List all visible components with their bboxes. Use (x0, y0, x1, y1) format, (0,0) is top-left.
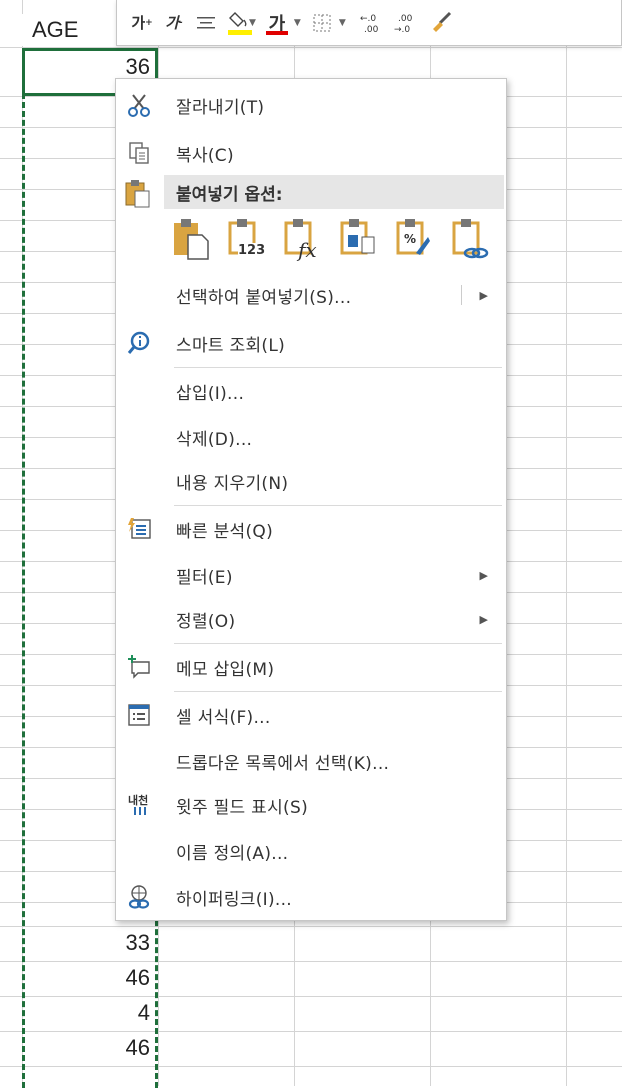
menu-item-label: 셀 서식(F)... (176, 707, 271, 728)
scissors-icon (124, 90, 154, 120)
borders-button[interactable] (311, 8, 333, 38)
paste-option-formulas[interactable]: fx (284, 217, 324, 262)
menu-item-format-cells[interactable]: 셀 서식(F)... (116, 693, 506, 737)
paste-clipboard-icon (124, 179, 154, 209)
decrease-decimal-button[interactable]: .00 →.0 (392, 8, 418, 38)
menu-item-label: 내용 지우기(N) (176, 473, 289, 494)
format-cells-icon (124, 700, 154, 730)
paste-option-values[interactable]: 123 (228, 217, 268, 261)
smart-lookup-icon (124, 328, 154, 358)
svg-text:fx: fx (296, 238, 317, 261)
quick-analysis-icon (124, 514, 154, 544)
chevron-right-icon: ▶ (479, 612, 488, 626)
menu-item-label: 빠른 분석(Q) (176, 521, 274, 542)
menu-item-quick-analysis[interactable]: 빠른 분석(Q) (116, 507, 506, 551)
paste-option-transpose[interactable] (340, 217, 380, 261)
menu-item-show-phonetic[interactable]: 내천 윗주 필드 표시(S) (116, 783, 506, 827)
menu-item-paste-special[interactable]: 선택하여 붙여넣기(S)... ▶ (116, 273, 506, 317)
paste-values-label: 123 (238, 243, 266, 258)
decrease-font-size-label: 가 (165, 14, 180, 32)
svg-text:←.0: ←.0 (360, 14, 376, 24)
menu-item-label: 윗주 필드 표시(S) (176, 797, 309, 818)
menu-item-label: 필터(E) (176, 567, 233, 588)
svg-text:.00: .00 (364, 25, 379, 35)
comment-icon (124, 652, 154, 682)
phonetic-guide-icon: 내천 (124, 790, 154, 820)
menu-item-label: 삽입(I)... (176, 383, 245, 404)
paste-option-link[interactable] (452, 217, 492, 261)
paste-icon (174, 219, 209, 260)
menu-item-insert-comment[interactable]: 메모 삽입(M) (116, 645, 506, 689)
menu-separator (174, 505, 502, 506)
fill-color-button[interactable]: ▼ (227, 8, 256, 38)
menu-item-filter[interactable]: 필터(E) ▶ (116, 553, 506, 597)
menu-separator (174, 691, 502, 692)
paste-option-paste[interactable] (172, 217, 212, 261)
menu-item-label: 하이퍼링크(I)... (176, 889, 292, 910)
paintbrush-icon (432, 11, 451, 32)
context-menu: 잘라내기(T) 복사(C) 붙여넣기 옵션: 123 fx % 선택하여 붙여넣… (115, 78, 507, 921)
dropdown-arrow-icon: ▼ (249, 17, 256, 28)
grid-line (566, 0, 567, 1086)
copy-icon (124, 138, 154, 168)
paste-transpose-icon (340, 219, 375, 255)
format-painter-button[interactable] (428, 8, 454, 38)
increase-decimal-button[interactable]: ←.0 .00 (356, 8, 382, 38)
menu-separator (174, 367, 502, 368)
chevron-right-icon: ▶ (479, 288, 488, 302)
svg-text:→.0: →.0 (394, 25, 410, 35)
menu-item-label: 정렬(O) (176, 611, 236, 632)
submenu-divider (461, 285, 462, 305)
menu-item-sort[interactable]: 정렬(O) ▶ (116, 597, 506, 641)
menu-item-label: 잘라내기(T) (176, 97, 265, 118)
menu-item-cut[interactable]: 잘라내기(T) (116, 83, 506, 127)
svg-text:내천: 내천 (128, 793, 148, 807)
dropdown-arrow-icon[interactable]: ▼ (339, 18, 346, 28)
svg-text:%: % (404, 232, 416, 246)
hyperlink-icon (124, 882, 154, 912)
decrease-font-size-button[interactable]: 가- (163, 8, 185, 38)
paste-formulas-icon: fx (284, 219, 317, 262)
menu-item-hyperlink[interactable]: 하이퍼링크(I)... (116, 875, 506, 919)
font-color-swatch (265, 30, 288, 35)
menu-item-delete[interactable]: 삭제(D)... (116, 415, 506, 459)
menu-item-label: 선택하여 붙여넣기(S)... (176, 287, 352, 308)
chevron-right-icon: ▶ (479, 568, 488, 582)
column-header-age[interactable]: AGE (22, 14, 114, 46)
increase-font-size-label: 가 (131, 14, 146, 32)
menu-item-label: 메모 삽입(M) (176, 659, 275, 680)
menu-item-smart-lookup[interactable]: 스마트 조회(L) (116, 321, 506, 365)
menu-item-label: 삭제(D)... (176, 429, 253, 450)
menu-item-label: 스마트 조회(L) (176, 335, 286, 356)
menu-item-insert[interactable]: 삽입(I)... (116, 369, 506, 413)
paste-options-row: 123 fx % (172, 217, 492, 262)
menu-item-clear-contents[interactable]: 내용 지우기(N) (116, 459, 506, 503)
increase-font-size-button[interactable]: 가 + (131, 8, 153, 38)
paste-option-formatting[interactable]: % (396, 217, 436, 261)
paste-formatting-icon: % (396, 219, 430, 255)
menu-item-pick-from-dropdown[interactable]: 드롭다운 목록에서 선택(K)... (116, 739, 506, 783)
align-center-icon (197, 16, 215, 28)
paste-options-label: 붙여넣기 옵션: (176, 184, 283, 205)
menu-item-label: 복사(C) (176, 145, 234, 166)
menu-separator (174, 643, 502, 644)
menu-item-label: 이름 정의(A)... (176, 843, 289, 864)
align-center-button[interactable] (195, 8, 217, 38)
paste-link-icon (452, 219, 489, 259)
font-color-button[interactable]: 가 (265, 8, 288, 38)
menu-item-copy[interactable]: 복사(C) (116, 131, 506, 175)
paste-options-header: 붙여넣기 옵션: (164, 175, 504, 209)
increase-decimal-icon: ←.0 .00 (360, 14, 379, 35)
mini-toolbar: 가 + 가- ▼ 가 ▼ ▼ ←.0 .00 .00 →.0 (116, 0, 622, 46)
menu-item-label: 드롭다운 목록에서 선택(K)... (176, 753, 390, 774)
dropdown-arrow-icon[interactable]: ▼ (294, 18, 301, 28)
menu-item-define-name[interactable]: 이름 정의(A)... (116, 829, 506, 873)
svg-text:.00: .00 (398, 14, 413, 24)
borders-icon (313, 14, 331, 31)
decrease-decimal-icon: .00 →.0 (394, 14, 413, 35)
